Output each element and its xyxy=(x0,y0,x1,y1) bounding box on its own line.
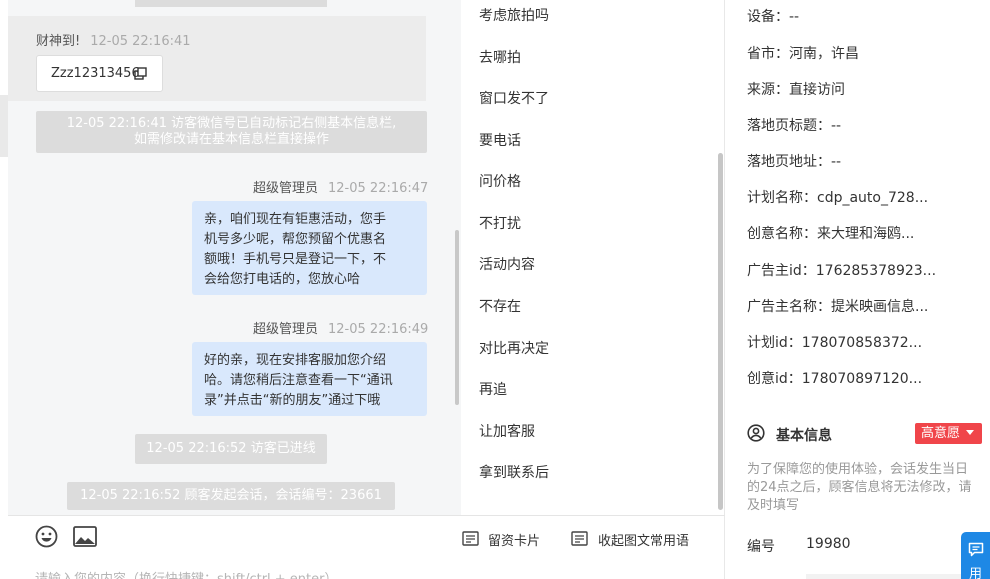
floating-button-label: 用 xyxy=(969,567,983,579)
lead-card-button[interactable]: 留资卡片 xyxy=(488,530,540,549)
sender-name: 财神到! xyxy=(36,34,81,49)
quick-reply-item[interactable]: 要电话 xyxy=(479,130,521,150)
sender-name: 超级管理员 xyxy=(253,181,319,196)
collapse-phrases-button[interactable]: 收起图文常用语 xyxy=(598,530,689,549)
quick-reply-item[interactable]: 窗口发不了 xyxy=(479,88,549,108)
basic-info-title: 基本信息 xyxy=(776,428,832,444)
quick-reply-item[interactable]: 考虑旅拍吗 xyxy=(479,5,549,25)
quick-reply-item[interactable]: 不打扰 xyxy=(479,213,521,233)
info-source: 来源：直接访问 xyxy=(747,82,845,98)
system-notice-line: 12-05 22:16:41 访客微信号已自动标记右侧基本信息栏, xyxy=(66,116,397,131)
message-text: Zzz12313456 xyxy=(51,66,140,81)
previous-system-notice xyxy=(135,0,327,7)
info-plan-name: 计划名称：cdp_auto_728... xyxy=(747,190,929,206)
system-notice-line: 如需修改请在基本信息栏直接操作 xyxy=(133,132,329,147)
info-landing-url: 落地页地址：-- xyxy=(747,154,842,170)
notice-line: 为了保障您的使用体验，会话发生当日 xyxy=(747,462,969,477)
system-notice: 12-05 22:16:52 顾客发起会话，会话编号：23661 xyxy=(67,482,395,510)
copy-icon[interactable] xyxy=(134,67,148,81)
quick-reply-scrollbar[interactable] xyxy=(718,153,723,510)
pane-divider xyxy=(724,0,725,579)
list-icon xyxy=(571,531,588,546)
message-input[interactable]: 请输入您的内容（换行快捷键：shift/ctrl + enter） xyxy=(35,568,338,579)
chat-scrollbar[interactable] xyxy=(455,230,459,405)
sender-name: 超级管理员 xyxy=(253,322,319,337)
intent-label: 高意愿 xyxy=(921,426,961,441)
info-notice: 为了保障您的使用体验，会话发生当日 的24点之后，顾客信息将无法修改，请 及时填… xyxy=(747,461,985,515)
quick-reply-item[interactable]: 活动内容 xyxy=(479,254,535,274)
quick-reply-list: 考虑旅拍吗 去哪拍 窗口发不了 要电话 问价格 不打扰 活动内容 不存在 对比再… xyxy=(461,0,724,515)
info-advertiser-id: 广告主id：176285378923... xyxy=(747,263,937,279)
number-label: 编号 xyxy=(747,539,775,555)
floating-service-button[interactable]: 用 xyxy=(961,532,990,579)
chat-workspace: 财神到! 12-05 22:16:41 Zzz12313456 12-05 22:… xyxy=(0,0,990,579)
left-edge-strip xyxy=(0,95,8,157)
caret-down-icon xyxy=(966,430,974,435)
message-line: 哈。请您稍后注意查看一下“通讯 xyxy=(204,373,393,388)
quick-reply-item[interactable]: 拿到联系后 xyxy=(479,462,549,482)
number-value: 19980 xyxy=(806,536,851,552)
message-header: 超级管理员 12-05 22:16:47 xyxy=(253,177,428,196)
info-advertiser-name: 广告主名称：提米映画信息... xyxy=(747,299,929,315)
message-time: 12-05 22:16:49 xyxy=(328,322,429,337)
quick-reply-item[interactable]: 问价格 xyxy=(479,171,521,191)
info-plan-id: 计划id：178070858372... xyxy=(747,335,923,351)
quick-reply-item[interactable]: 不存在 xyxy=(479,296,521,316)
image-icon[interactable] xyxy=(73,526,97,547)
user-circle-icon xyxy=(747,424,765,442)
message-line: 亲，咱们现在有钜惠活动，您手 xyxy=(204,212,387,227)
chat-history[interactable]: 财神到! 12-05 22:16:41 Zzz12313456 12-05 22:… xyxy=(8,0,461,515)
quick-reply-item[interactable]: 去哪拍 xyxy=(479,47,521,67)
system-notice: 12-05 22:16:52 访客已进线 xyxy=(135,434,327,464)
message-line: 额哦！手机号只是登记一下，不 xyxy=(204,252,387,267)
info-creative-name: 创意名称：来大理和海鸥... xyxy=(747,226,915,242)
info-device: 设备：-- xyxy=(747,9,800,25)
message-header: 财神到! 12-05 22:16:41 xyxy=(36,30,191,49)
message-line: 好的亲，现在安排客服加您介绍 xyxy=(204,353,387,368)
info-creative-id: 创意id：178070897120... xyxy=(747,371,923,387)
input-divider xyxy=(8,515,725,516)
info-field-edge xyxy=(806,574,986,579)
quick-reply-item[interactable]: 再追 xyxy=(479,379,507,399)
quick-reply-item[interactable]: 让加客服 xyxy=(479,421,535,441)
outgoing-bubble[interactable]: 亲，咱们现在有钜惠活动，您手 机号多少呢，帮您预留个优惠名 额哦！手机号只是登记… xyxy=(192,201,427,295)
system-notice: 12-05 22:16:41 访客微信号已自动标记右侧基本信息栏, 如需修改请在… xyxy=(36,111,427,153)
emoji-icon[interactable] xyxy=(35,525,58,548)
intent-dropdown[interactable]: 高意愿 xyxy=(915,423,982,444)
message-line: 会给您打电话的，您放心哈 xyxy=(204,272,361,287)
outgoing-bubble[interactable]: 好的亲，现在安排客服加您介绍 哈。请您稍后注意查看一下“通讯 录”并点击“新的朋… xyxy=(192,342,427,416)
quick-reply-item[interactable]: 对比再决定 xyxy=(479,338,549,358)
message-time: 12-05 22:16:41 xyxy=(90,34,191,49)
message-line: 录”并点击“新的朋友”通过下哦 xyxy=(204,393,381,408)
card-icon xyxy=(462,531,479,546)
incoming-bubble[interactable]: Zzz12313456 xyxy=(36,55,163,92)
notice-line: 及时填写 xyxy=(747,498,800,513)
message-header: 超级管理员 12-05 22:16:49 xyxy=(253,318,428,337)
chat-bubble-icon xyxy=(968,542,984,557)
info-landing-title: 落地页标题：-- xyxy=(747,118,842,134)
info-province: 省市：河南，许昌 xyxy=(747,46,859,62)
notice-line: 的24点之后，顾客信息将无法修改，请 xyxy=(747,480,972,495)
message-line: 机号多少呢，帮您预留个优惠名 xyxy=(204,232,387,247)
message-time: 12-05 22:16:47 xyxy=(328,181,429,196)
